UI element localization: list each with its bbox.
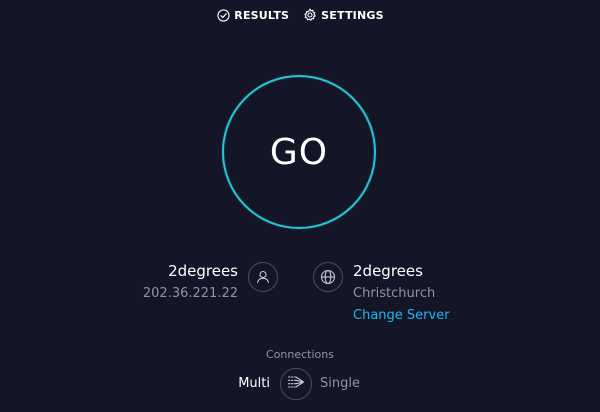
connections-toggle[interactable] bbox=[280, 368, 312, 400]
gear-icon bbox=[303, 8, 317, 22]
settings-nav-link[interactable]: SETTINGS bbox=[303, 8, 384, 22]
isp-name: 2degrees bbox=[168, 262, 238, 280]
isp-ip-address: 202.36.221.22 bbox=[142, 286, 238, 301]
server-location: Christchurch bbox=[353, 286, 436, 301]
connections-single-option[interactable]: Single bbox=[320, 376, 360, 391]
server-info: 2degrees Christchurch Change Server bbox=[353, 262, 450, 324]
go-button-label: GO bbox=[269, 131, 329, 173]
change-server-link[interactable]: Change Server bbox=[353, 308, 450, 324]
results-nav-link[interactable]: RESULTS bbox=[216, 8, 289, 22]
globe-icon bbox=[313, 262, 343, 292]
isp-info: 2degrees 202.36.221.22 bbox=[143, 262, 238, 302]
settings-nav-label: SETTINGS bbox=[321, 8, 384, 22]
connections-icon bbox=[287, 374, 305, 394]
results-nav-label: RESULTS bbox=[234, 8, 290, 22]
go-button[interactable]: GO bbox=[222, 75, 376, 229]
server-name: 2degrees bbox=[353, 262, 423, 280]
check-circle-icon bbox=[216, 8, 230, 22]
connections-multi-option[interactable]: Multi bbox=[238, 376, 270, 391]
user-icon bbox=[248, 262, 278, 292]
top-nav: RESULTS SETTINGS bbox=[0, 6, 600, 24]
connections-title: Connections bbox=[266, 348, 334, 361]
